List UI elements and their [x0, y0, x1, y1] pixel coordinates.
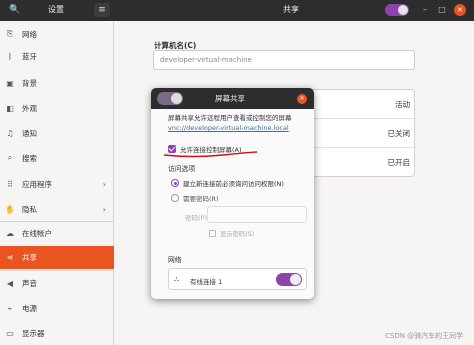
dialog-description: 屏幕共享允许远程用户查看或控制您的屏幕: [168, 114, 292, 122]
sidebar-item-label: 外观: [22, 103, 37, 113]
sidebar-item-label: 隐私: [22, 204, 37, 214]
speaker-icon: ◀: [6, 278, 14, 288]
search-icon[interactable]: 🔍: [7, 3, 23, 17]
sidebar-item-search[interactable]: ⌕ 搜索: [0, 147, 114, 169]
close-icon[interactable]: ✕: [297, 94, 307, 104]
sidebar-item-appearance[interactable]: ◧ 外观: [0, 97, 114, 119]
show-password-row[interactable]: 显示密码(S): [209, 229, 254, 238]
search-icon: ⌕: [7, 153, 13, 162]
network-icon: ⎘: [6, 29, 14, 38]
chevron-right-icon: ›: [102, 179, 106, 189]
network-list: ⛬ 有线连接 1: [168, 268, 307, 290]
sidebar-item-privacy[interactable]: ✋ 隐私 ›: [0, 198, 114, 220]
sidebar-item-label: 网络: [22, 29, 37, 39]
sidebar-item-applications[interactable]: ⠿ 应用程序 ›: [0, 173, 114, 195]
wired-network-icon: ⛬: [174, 275, 179, 283]
chevron-right-icon: ›: [102, 204, 106, 214]
sidebar-item-sharing[interactable]: ⋖ 共享: [0, 246, 114, 269]
computer-name-field[interactable]: developer-virtual-machine: [153, 50, 415, 70]
radio-ask-access-row[interactable]: 建立新连接前必须询问访问权限(N): [171, 178, 284, 188]
sidebar-item-label: 搜索: [22, 153, 37, 163]
sidebar-divider: [0, 270, 114, 271]
radio-require-password-row[interactable]: 需要密码(R): [171, 193, 219, 203]
sidebar: ⎘ 网络 ᛒ 蓝牙 ▣ 背景 ◧ 外观 ♫ 通知 ⌕ 搜索 ⠿ 应用程序 › ✋…: [0, 21, 114, 345]
sidebar-item-background[interactable]: ▣ 背景: [0, 72, 114, 94]
status-text: 活动: [395, 100, 410, 109]
sidebar-item-label: 共享: [22, 253, 37, 262]
page-title: 共享: [283, 5, 299, 14]
screen-sharing-toggle[interactable]: [157, 92, 183, 105]
watermark: CSDN @骑汽车的王同学: [385, 332, 464, 340]
network-toggle[interactable]: [276, 273, 302, 286]
maximize-icon[interactable]: □: [437, 5, 447, 15]
sidebar-item-sound[interactable]: ◀ 声音: [0, 272, 114, 294]
sidebar-item-notifications[interactable]: ♫ 通知: [0, 122, 114, 144]
sidebar-item-displays[interactable]: ▭ 显示器: [0, 322, 114, 344]
network-title: 网络: [168, 256, 182, 264]
sidebar-item-label: 电源: [22, 303, 37, 313]
share-icon: ⋖: [6, 253, 14, 262]
sidebar-item-label: 在线帐户: [22, 228, 52, 238]
sidebar-item-label: 背景: [22, 78, 37, 88]
appearance-icon: ◧: [6, 103, 14, 113]
menu-icon[interactable]: ≡: [94, 3, 110, 17]
minimize-icon[interactable]: –: [420, 5, 430, 15]
close-window-icon[interactable]: ✕: [454, 4, 466, 16]
radio-ask-access-label: 建立新连接前必须询问访问权限(N): [183, 180, 284, 188]
monitor-icon: ▭: [6, 328, 14, 338]
bluetooth-icon: ᛒ: [7, 51, 13, 61]
sidebar-item-network[interactable]: ⎘ 网络: [0, 23, 114, 45]
sidebar-item-label: 蓝牙: [22, 51, 37, 61]
bell-icon: ♫: [6, 128, 14, 138]
title-bar: 🔍 设置 ≡ 共享 – □ ✕: [0, 0, 474, 21]
status-text: 已开启: [387, 158, 411, 167]
password-field[interactable]: [207, 206, 307, 223]
sharing-master-toggle[interactable]: [385, 4, 409, 16]
access-options-title: 访问选项: [168, 165, 196, 173]
radio-ask-access[interactable]: [171, 179, 179, 187]
red-underline-annotation: [163, 151, 258, 158]
sidebar-item-label: 显示器: [22, 328, 45, 338]
apps-icon: ⠿: [7, 179, 13, 189]
radio-require-password[interactable]: [171, 194, 179, 202]
screen-sharing-dialog: 屏幕共享 ✕ 屏幕共享允许远程用户查看或控制您的屏幕 vnc://develop…: [151, 88, 314, 299]
sidebar-item-power[interactable]: ⌁ 电源: [0, 297, 114, 319]
status-text: 已关闭: [387, 129, 411, 138]
background-icon: ▣: [6, 78, 14, 88]
radio-require-password-label: 需要密码(R): [183, 195, 219, 203]
sidebar-item-label: 通知: [22, 128, 37, 138]
dialog-title: 屏幕共享: [215, 94, 245, 103]
network-connection-label: 有线连接 1: [190, 278, 223, 286]
show-password-label: 显示密码(S): [220, 231, 255, 238]
vnc-link[interactable]: vnc://developer-virtual-machine.local: [168, 124, 289, 132]
cloud-icon: ☁: [6, 228, 14, 238]
power-icon: ⌁: [7, 303, 13, 313]
dialog-header: 屏幕共享 ✕: [151, 88, 314, 109]
settings-title: 设置: [48, 5, 64, 14]
sidebar-item-online-accounts[interactable]: ☁ 在线帐户: [0, 222, 114, 244]
sidebar-item-label: 应用程序: [22, 179, 52, 189]
sidebar-item-label: 声音: [22, 278, 37, 288]
sidebar-item-bluetooth[interactable]: ᛒ 蓝牙: [0, 45, 114, 67]
show-password-checkbox[interactable]: [209, 230, 216, 237]
hand-icon: ✋: [5, 204, 15, 214]
password-label: 密码(P):: [185, 214, 210, 222]
